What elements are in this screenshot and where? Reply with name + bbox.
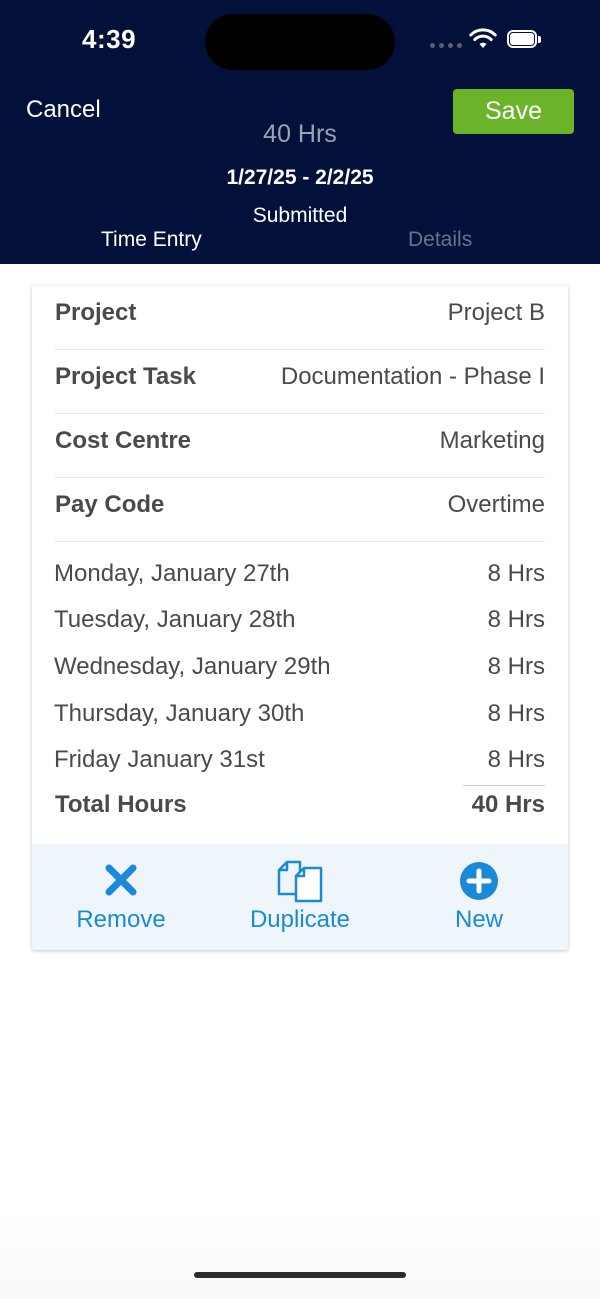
tab-details[interactable]: Details	[408, 228, 472, 252]
close-icon	[105, 864, 137, 896]
cost-centre-row[interactable]: Cost Centre Marketing	[54, 414, 545, 478]
header: 4:39 Cancel Save 40 Hrs 1/27/25 - 2/2/25…	[0, 0, 600, 264]
day-row[interactable]: Wednesday, January 29th 8 Hrs	[54, 653, 545, 693]
day-hours-input[interactable]: 8 Hrs	[488, 700, 545, 728]
project-task-value: Documentation - Phase I	[280, 363, 545, 390]
remove-label: Remove	[76, 906, 166, 933]
cost-centre-value: Marketing	[439, 427, 545, 454]
day-label: Tuesday, January 28th	[54, 606, 296, 633]
day-hours-input[interactable]: 8 Hrs	[488, 746, 545, 774]
new-button[interactable]: New	[390, 844, 568, 950]
plus-circle-icon	[460, 862, 498, 900]
total-hours-label: Total Hours	[55, 791, 187, 818]
total-hours-title: 40 Hrs	[263, 120, 337, 148]
day-row[interactable]: Tuesday, January 28th 8 Hrs	[54, 606, 545, 646]
new-label: New	[454, 906, 503, 933]
pay-code-label: Pay Code	[55, 491, 165, 518]
duplicate-icon	[277, 860, 323, 903]
total-hours-row: Total Hours 40 Hrs	[54, 791, 545, 831]
day-hours-input[interactable]: 8 Hrs	[488, 653, 545, 681]
time-entry-card: Project Project B Project Task Documenta…	[32, 286, 568, 950]
bottom-area	[0, 1210, 600, 1299]
day-label: Wednesday, January 29th	[54, 653, 331, 680]
day-row[interactable]: Monday, January 27th 8 Hrs	[54, 560, 545, 600]
home-indicator[interactable]	[194, 1272, 406, 1278]
cellular-signal-icon	[430, 40, 462, 50]
total-divider	[463, 785, 545, 786]
duplicate-button[interactable]: Duplicate	[211, 844, 389, 950]
battery-icon	[507, 30, 543, 50]
duplicate-label: Duplicate	[249, 906, 351, 933]
total-hours-value: 40 Hrs	[471, 791, 545, 818]
project-row[interactable]: Project Project B	[54, 286, 545, 350]
project-task-row[interactable]: Project Task Documentation - Phase I	[54, 350, 545, 414]
pay-code-row[interactable]: Pay Code Overtime	[54, 478, 545, 542]
entry-action-bar: Remove Duplicate New	[32, 844, 568, 950]
day-label: Friday January 31st	[54, 746, 265, 773]
pay-code-value: Overtime	[447, 491, 545, 518]
dynamic-island	[205, 14, 395, 70]
project-task-label: Project Task	[55, 363, 196, 390]
status-time: 4:39	[82, 24, 137, 54]
day-label: Monday, January 27th	[54, 560, 290, 587]
remove-button[interactable]: Remove	[32, 844, 210, 950]
date-range: 1/27/25 - 2/2/25	[226, 166, 374, 189]
day-label: Thursday, January 30th	[54, 700, 305, 727]
day-row[interactable]: Friday January 31st 8 Hrs	[54, 746, 545, 786]
project-value: Project B	[447, 299, 545, 326]
project-label: Project	[55, 299, 137, 326]
day-hours-input[interactable]: 8 Hrs	[488, 560, 545, 588]
day-hours-input[interactable]: 8 Hrs	[488, 606, 545, 634]
tab-time-entry[interactable]: Time Entry	[101, 228, 202, 252]
timesheet-status: Submitted	[252, 204, 348, 227]
wifi-icon	[469, 28, 497, 48]
cost-centre-label: Cost Centre	[55, 427, 192, 454]
day-row[interactable]: Thursday, January 30th 8 Hrs	[54, 700, 545, 740]
